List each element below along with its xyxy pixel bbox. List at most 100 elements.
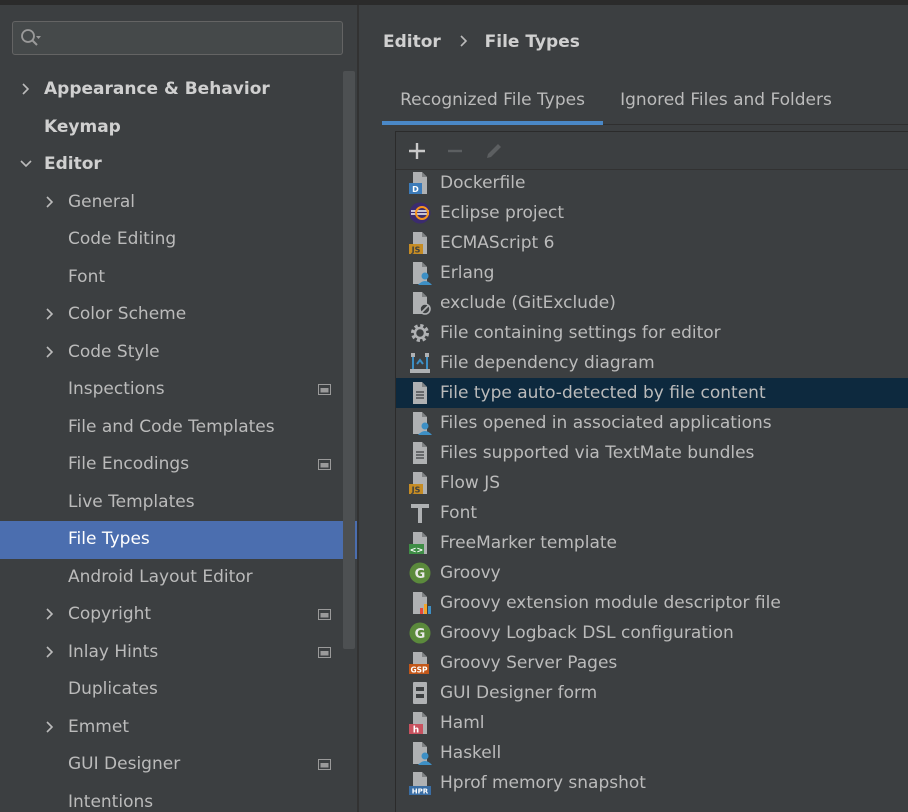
sidebar-item-editor[interactable]: Editor <box>0 146 357 184</box>
settings-tree: Appearance & Behavior Keymap Editor General… <box>0 71 357 812</box>
file-type-name: Groovy Server Pages <box>440 653 618 673</box>
file-type-item-dockerfile[interactable]: D Dockerfile <box>396 168 908 198</box>
search-input[interactable] <box>53 25 337 53</box>
file-type-item-files-opened-in-associated-applications[interactable]: Files opened in associated applications <box>396 408 908 438</box>
chevron-down-icon[interactable] <box>20 158 32 170</box>
breadcrumb-parent[interactable]: Editor <box>383 32 441 52</box>
sidebar-item-file-and-code-templates[interactable]: File and Code Templates <box>0 409 357 447</box>
project-level-icon <box>318 609 331 620</box>
file-type-name: Dockerfile <box>440 173 526 193</box>
sidebar-item-duplicates[interactable]: Duplicates <box>0 671 357 709</box>
file-type-item-file-dependency-diagram[interactable]: File dependency diagram <box>396 348 908 378</box>
chevron-right-icon[interactable] <box>44 608 56 620</box>
sidebar-item-keymap[interactable]: Keymap <box>0 109 357 147</box>
sidebar-item-live-templates[interactable]: Live Templates <box>0 484 357 522</box>
chevron-right-icon[interactable] <box>44 345 56 358</box>
file-type-item-flow-js[interactable]: JS Flow JS <box>396 468 908 498</box>
sidebar-item-label: Inlay Hints <box>68 641 159 662</box>
file-type-item-erlang[interactable]: Erlang <box>396 258 908 288</box>
sidebar-item-label: Android Layout Editor <box>68 566 253 587</box>
add-icon[interactable] <box>406 140 428 162</box>
docker-icon: D <box>409 172 427 194</box>
file-type-item-file-containing-settings-for-editor[interactable]: File containing settings for editor <box>396 318 908 348</box>
sidebar-item-appearance-behavior[interactable]: Appearance & Behavior <box>0 71 357 109</box>
sidebar-scrollbar[interactable] <box>343 71 355 649</box>
sidebar-item-gui-designer[interactable]: GUI Designer <box>0 746 357 784</box>
file-type-item-groovy[interactable]: G Groovy <box>396 558 908 588</box>
tab-recognized-file-types[interactable]: Recognized File Types <box>382 82 603 125</box>
file-type-name: Files supported via TextMate bundles <box>440 443 755 463</box>
sidebar-item-inlay-hints[interactable]: Inlay Hints <box>0 634 357 672</box>
project-level-icon <box>318 459 331 470</box>
splitter[interactable] <box>357 5 359 812</box>
file-type-name: Erlang <box>440 263 495 283</box>
file-type-name: Eclipse project <box>440 203 565 223</box>
sidebar-item-label: Live Templates <box>68 491 195 512</box>
file-type-item-haml[interactable]: h Haml <box>396 708 908 738</box>
chevron-right-icon[interactable] <box>44 308 56 320</box>
tab-ignored-files-and-folders[interactable]: Ignored Files and Folders <box>612 82 840 124</box>
file-type-item-groovy-server-pages[interactable]: GSP Groovy Server Pages <box>396 648 908 678</box>
file-type-item-gui-designer-form[interactable]: GUI Designer form <box>396 678 908 708</box>
file-text-icon <box>413 442 427 464</box>
breadcrumb-current: File Types <box>484 32 580 52</box>
sidebar-item-intentions[interactable]: Intentions <box>0 784 357 812</box>
file-type-item-eclipse-project[interactable]: Eclipse project <box>396 198 908 228</box>
groovy-icon: G <box>409 562 431 584</box>
file-type-item-freemarker-template[interactable]: <> FreeMarker template <box>396 528 908 558</box>
svg-text:G: G <box>415 567 426 582</box>
sidebar-item-label: Code Editing <box>68 229 177 249</box>
file-type-item-haskell[interactable]: Haskell <box>396 738 908 768</box>
chevron-right-icon[interactable] <box>44 720 56 733</box>
js-icon: JS <box>409 232 427 255</box>
sidebar-item-general[interactable]: General <box>0 184 357 222</box>
file-type-name: Groovy extension module descriptor file <box>440 593 781 613</box>
file-type-name: Haml <box>440 713 485 733</box>
file-exclude-icon <box>413 292 431 315</box>
gear-icon <box>411 324 429 342</box>
file-type-name: GUI Designer form <box>440 683 598 703</box>
chevron-right-icon <box>460 35 467 47</box>
file-type-item-ecmascript-6[interactable]: JS ECMAScript 6 <box>396 228 908 258</box>
sidebar-item-emmet[interactable]: Emmet <box>0 709 357 747</box>
sidebar-item-color-scheme[interactable]: Color Scheme <box>0 296 357 334</box>
chevron-right-icon[interactable] <box>20 83 32 95</box>
sidebar-item-label: Duplicates <box>68 679 158 699</box>
file-type-item-file-type-auto-detected-by-file-content[interactable]: File type auto-detected by file content <box>396 378 908 408</box>
sidebar-item-font[interactable]: Font <box>0 259 357 297</box>
file-type-item-font[interactable]: Font <box>396 498 908 528</box>
svg-text:HPR: HPR <box>412 788 429 796</box>
sidebar-item-label: Inspections <box>68 379 165 399</box>
sidebar-item-file-types[interactable]: File Types <box>0 521 357 559</box>
search-icon[interactable] <box>20 28 42 50</box>
file-type-item-exclude-gitexclude[interactable]: exclude (GitExclude) <box>396 288 908 318</box>
file-type-name: File type auto-detected by file content <box>440 383 766 403</box>
sidebar-item-android-layout-editor[interactable]: Android Layout Editor <box>0 559 357 597</box>
sidebar-item-label: Appearance & Behavior <box>44 79 270 99</box>
sidebar-item-label: Code Style <box>68 341 160 362</box>
file-type-name: Hprof memory snapshot <box>440 773 646 793</box>
file-type-name: exclude (GitExclude) <box>440 293 616 313</box>
sidebar-item-file-encodings[interactable]: File Encodings <box>0 446 357 484</box>
edit-icon[interactable] <box>483 140 505 162</box>
breadcrumb: Editor File Types <box>383 28 580 56</box>
file-type-item-files-supported-via-textmate-bundles[interactable]: Files supported via TextMate bundles <box>396 438 908 468</box>
sidebar-item-code-editing[interactable]: Code Editing <box>0 221 357 259</box>
file-type-items: D Dockerfile Eclipse project JS ECMAScript 6… <box>396 168 908 798</box>
search-box[interactable] <box>12 21 343 55</box>
sidebar-item-code-style[interactable]: Code Style <box>0 334 357 372</box>
sidebar-item-inspections[interactable]: Inspections <box>0 371 357 409</box>
file-type-name: FreeMarker template <box>440 533 617 553</box>
chevron-right-icon[interactable] <box>44 195 56 208</box>
sidebar-item-label: Font <box>68 266 106 287</box>
file-type-item-groovy-extension-module-descriptor-file[interactable]: Groovy extension module descriptor file <box>396 588 908 618</box>
sidebar-item-label: General <box>68 191 135 212</box>
file-type-item-groovy-logback-dsl-configuration[interactable]: G Groovy Logback DSL configuration <box>396 618 908 648</box>
file-chart-icon <box>413 592 431 614</box>
file-type-item-hprof-memory-snapshot[interactable]: HPR Hprof memory snapshot <box>396 768 908 798</box>
sidebar-item-copyright[interactable]: Copyright <box>0 596 357 634</box>
svg-text:JS: JS <box>411 246 421 255</box>
sidebar-item-label: File Types <box>68 529 150 549</box>
remove-icon[interactable] <box>444 140 466 162</box>
chevron-right-icon[interactable] <box>44 645 56 658</box>
